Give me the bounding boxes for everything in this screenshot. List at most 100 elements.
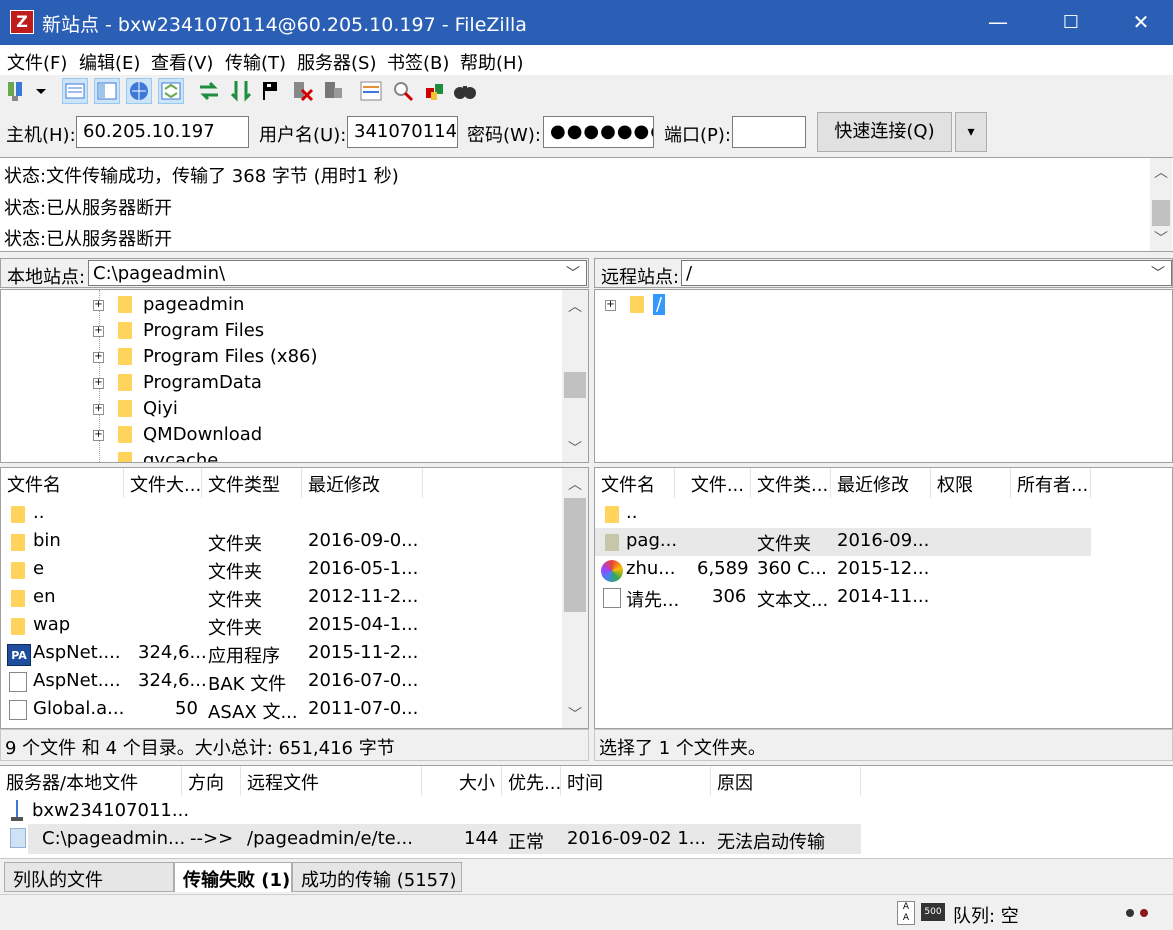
- menu-edit[interactable]: 编辑(E): [79, 49, 140, 75]
- column-header-filetype[interactable]: 文件类型: [202, 468, 302, 498]
- process-queue-icon[interactable]: [228, 78, 254, 104]
- menu-server[interactable]: 服务器(S): [297, 49, 376, 75]
- folder-icon: [118, 452, 132, 462]
- scroll-up-icon[interactable]: ︿: [562, 474, 588, 494]
- menu-help[interactable]: 帮助(H): [460, 49, 524, 75]
- tree-item[interactable]: + Qiyi: [93, 396, 553, 422]
- column-header-filename[interactable]: 文件名: [1, 468, 124, 498]
- tree-item[interactable]: + ProgramData: [93, 370, 553, 396]
- queue-header-priority[interactable]: 优先...: [502, 766, 561, 796]
- column-header-filesize[interactable]: 文件...: [675, 468, 751, 498]
- local-list-scroll-thumb[interactable]: [564, 498, 586, 612]
- speed-limit-icon[interactable]: 500: [921, 903, 945, 921]
- tree-item[interactable]: qycache: [93, 448, 553, 462]
- site-manager-dropdown-icon[interactable]: [32, 78, 50, 104]
- host-input[interactable]: 60.205.10.197: [76, 116, 249, 148]
- local-tree-scrollbar[interactable]: ︿ ﹀: [562, 290, 588, 462]
- password-input[interactable]: ●●●●●●●●: [543, 116, 654, 148]
- toggle-sync-browsing-icon[interactable]: [390, 78, 416, 104]
- local-list-scrollbar[interactable]: ︿ ﹀: [562, 468, 588, 728]
- toggle-local-tree-icon[interactable]: [94, 78, 120, 104]
- remote-site-label: 远程站点:: [601, 267, 680, 288]
- directory-comparison-icon[interactable]: [422, 78, 448, 104]
- column-header-owner[interactable]: 所有者...: [1011, 468, 1091, 498]
- menu-bookmarks[interactable]: 书签(B): [387, 49, 449, 75]
- remote-directory-tree: + /: [594, 289, 1173, 463]
- scroll-down-icon[interactable]: ﹀: [562, 438, 588, 458]
- queue-header-reason[interactable]: 原因: [711, 766, 861, 796]
- tree-item[interactable]: + Program Files (x86): [93, 344, 553, 370]
- folder-icon: [605, 506, 619, 523]
- column-header-filesize[interactable]: 文件大...: [124, 468, 202, 498]
- toggle-remote-tree-icon[interactable]: [126, 78, 152, 104]
- quickconnect-history-dropdown[interactable]: ▾: [955, 112, 987, 152]
- expand-icon[interactable]: +: [93, 430, 104, 441]
- scroll-up-icon[interactable]: ︿: [1150, 162, 1172, 182]
- chevron-down-icon[interactable]: ﹀: [566, 263, 580, 283]
- column-header-modified[interactable]: 最近修改: [302, 468, 423, 498]
- menu-view[interactable]: 查看(V): [151, 49, 213, 75]
- encryption-icon: AA: [897, 901, 915, 925]
- local-path-input[interactable]: C:\pageadmin\ ﹀: [88, 260, 587, 286]
- chevron-down-icon[interactable]: ﹀: [1151, 263, 1165, 283]
- cancel-operation-icon[interactable]: [258, 78, 284, 104]
- title-bar: Z 新站点 - bxw2341070114@60.205.10.197 - Fi…: [0, 0, 1173, 45]
- expand-icon[interactable]: +: [93, 378, 104, 389]
- expand-icon[interactable]: +: [93, 326, 104, 337]
- tree-item[interactable]: + /: [605, 292, 805, 318]
- minimize-button[interactable]: —: [963, 0, 1033, 45]
- expand-icon[interactable]: +: [93, 300, 104, 311]
- reconnect-icon[interactable]: [320, 78, 346, 104]
- disconnect-icon[interactable]: [290, 78, 316, 104]
- remote-path-input[interactable]: / ﹀: [681, 260, 1172, 286]
- tree-item[interactable]: + Program Files: [93, 318, 553, 344]
- close-button[interactable]: ✕: [1106, 0, 1173, 45]
- maximize-button[interactable]: ☐: [1036, 0, 1106, 45]
- expand-icon[interactable]: +: [93, 352, 104, 363]
- tab-successful-transfers[interactable]: 成功的传输 (5157): [292, 862, 462, 892]
- queue-header-time[interactable]: 时间: [561, 766, 711, 796]
- message-log: 状态:文件传输成功，传输了 368 字节 (用时1 秒) 状态:已从服务器断开 …: [0, 157, 1173, 252]
- queue-row-failed[interactable]: C:\pageadmin... -->> /pageadmin/e/te... …: [10, 824, 861, 854]
- column-header-filetype[interactable]: 文件类...: [751, 468, 831, 498]
- site-manager-icon[interactable]: [4, 78, 30, 104]
- folder-icon: [11, 618, 25, 635]
- search-remote-files-icon[interactable]: [452, 78, 478, 104]
- port-input[interactable]: [732, 116, 806, 148]
- queue-header-direction[interactable]: 方向: [182, 766, 241, 796]
- queue-header-size[interactable]: 大小: [422, 766, 502, 796]
- scroll-up-icon[interactable]: ︿: [562, 296, 588, 316]
- remote-site-bar: 远程站点: / ﹀: [594, 258, 1173, 288]
- expand-icon[interactable]: +: [93, 404, 104, 415]
- quickconnect-button[interactable]: 快速连接(Q): [817, 112, 952, 152]
- scroll-down-icon[interactable]: ﹀: [562, 704, 588, 724]
- tree-item[interactable]: + QMDownload: [93, 422, 553, 448]
- menu-transfer[interactable]: 传输(T): [225, 49, 286, 75]
- directory-listing-filters-icon[interactable]: [358, 78, 384, 104]
- refresh-icon[interactable]: [196, 78, 222, 104]
- column-header-modified[interactable]: 最近修改: [831, 468, 931, 498]
- queue-header-remote[interactable]: 远程文件: [241, 766, 422, 796]
- menu-file[interactable]: 文件(F): [7, 49, 67, 75]
- tab-failed-transfers[interactable]: 传输失败 (1): [174, 862, 292, 892]
- column-header-permissions[interactable]: 权限: [931, 468, 1011, 498]
- scroll-down-icon[interactable]: ﹀: [1150, 228, 1172, 248]
- table-row-selected[interactable]: pag... 文件夹 2016-09...: [595, 528, 1091, 556]
- local-tree-scroll-thumb[interactable]: [564, 372, 586, 398]
- 360-browser-icon: [601, 560, 623, 582]
- expand-icon[interactable]: +: [605, 300, 616, 311]
- log-scroll-thumb[interactable]: [1152, 200, 1170, 226]
- username-input[interactable]: 341070114: [347, 116, 458, 148]
- queue-status: 队列: 空: [953, 906, 1019, 927]
- column-header-filename[interactable]: 文件名: [595, 468, 675, 498]
- tab-queued-files[interactable]: 列队的文件: [4, 862, 174, 892]
- toggle-log-icon[interactable]: [62, 78, 88, 104]
- folder-icon: [118, 400, 132, 417]
- toggle-queue-icon[interactable]: [158, 78, 184, 104]
- queue-header-local[interactable]: 服务器/本地文件: [0, 766, 182, 796]
- local-site-label: 本地站点:: [7, 267, 86, 288]
- log-scrollbar[interactable]: ︿ ﹀: [1150, 158, 1172, 251]
- tree-item[interactable]: + pageadmin: [93, 292, 553, 318]
- window-title: 新站点 - bxw2341070114@60.205.10.197 - File…: [42, 14, 527, 36]
- local-status: 9 个文件 和 4 个目录。大小总计: 651,416 字节: [0, 729, 589, 761]
